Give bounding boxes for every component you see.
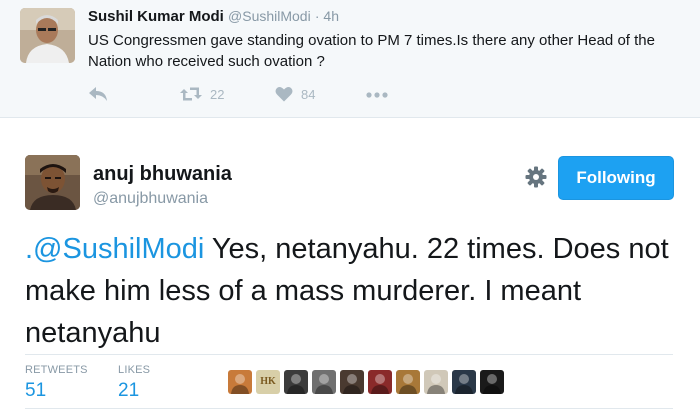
liker-avatar[interactable]: [480, 370, 504, 394]
parent-action-bar: 22 84: [88, 86, 488, 106]
heart-icon: [275, 87, 293, 102]
retweets-label: RETWEETS: [25, 364, 88, 376]
likes-label: LIKES: [118, 364, 151, 376]
gear-icon: [525, 166, 547, 188]
author-name[interactable]: anuj bhuwania: [93, 163, 232, 186]
mention-link[interactable]: .@SushilModi: [25, 233, 204, 265]
parent-tweet: Sushil Kumar Modi @SushilModi · 4h US Co…: [0, 0, 700, 118]
liker-avatar[interactable]: [312, 370, 336, 394]
more-icon: [366, 92, 388, 98]
parent-avatar[interactable]: [20, 8, 75, 63]
liker-avatar[interactable]: [284, 370, 308, 394]
stats-divider-top: [25, 354, 673, 355]
stats-divider-bottom: [25, 408, 673, 409]
liker-avatar[interactable]: [340, 370, 364, 394]
liker-logo-text: HK: [260, 376, 276, 387]
retweets-count: 51: [25, 380, 47, 401]
parent-author-name[interactable]: Sushil Kumar Modi: [88, 8, 224, 25]
retweet-icon: [180, 87, 202, 101]
parent-timestamp[interactable]: · 4h: [315, 8, 339, 24]
liker-avatar[interactable]: HK: [256, 370, 280, 394]
likes-stat[interactable]: LIKES 21: [118, 364, 150, 402]
parent-tweet-text: US Congressmen gave standing ovation to …: [88, 32, 655, 70]
liker-avatar[interactable]: [452, 370, 476, 394]
following-button[interactable]: Following: [558, 156, 674, 200]
liker-avatar[interactable]: [424, 370, 448, 394]
tweet-text: .@SushilModi Yes, netanyahu. 22 times. D…: [25, 228, 685, 354]
retweet-button[interactable]: 22: [180, 86, 224, 102]
retweet-count: 22: [210, 86, 225, 102]
like-button[interactable]: 84: [275, 86, 315, 102]
liker-avatar[interactable]: [396, 370, 420, 394]
liker-avatars: HK: [228, 370, 508, 394]
author-avatar[interactable]: [25, 155, 80, 210]
liker-avatar[interactable]: [228, 370, 252, 394]
settings-button[interactable]: [525, 166, 547, 188]
retweets-stat[interactable]: RETWEETS 51: [25, 364, 88, 402]
reply-icon: [89, 87, 107, 101]
author-handle[interactable]: @anujbhuwania: [93, 190, 208, 208]
parent-author-handle[interactable]: @SushilModi: [228, 8, 311, 24]
like-count: 84: [301, 86, 316, 102]
parent-tweet-header: Sushil Kumar Modi @SushilModi · 4h: [88, 8, 339, 25]
liker-avatar[interactable]: [368, 370, 392, 394]
more-button[interactable]: [366, 92, 388, 98]
likes-count: 21: [118, 380, 140, 401]
reply-button[interactable]: [88, 86, 108, 102]
